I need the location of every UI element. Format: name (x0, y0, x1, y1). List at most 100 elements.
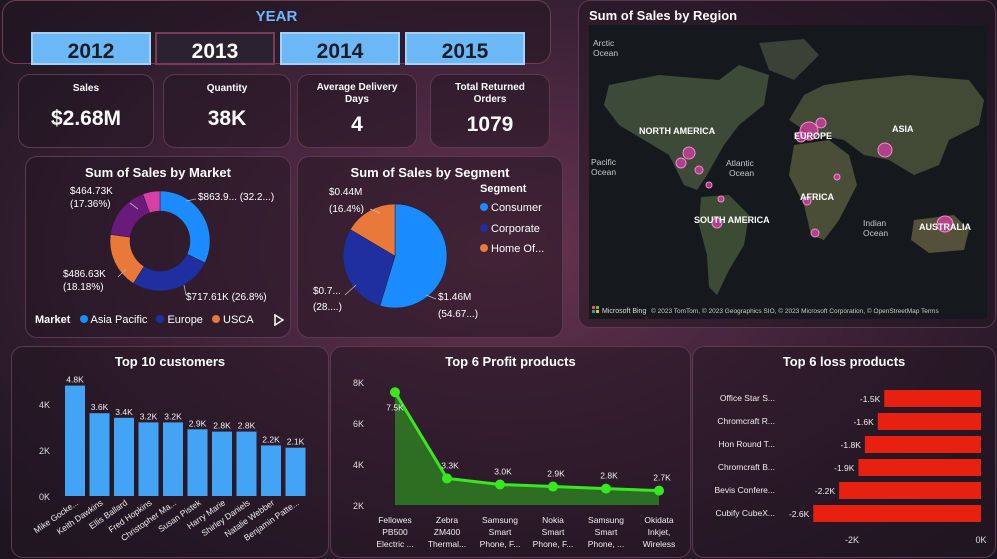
map-label-australia: AUSTRALIA (919, 222, 971, 232)
market-label-bottom-right: $717.61K (26.8%) (186, 292, 267, 303)
profit-data-label: 2.9K (547, 469, 565, 479)
map-bubble[interactable] (682, 146, 696, 160)
year-option-2015[interactable]: 2015 (405, 32, 525, 65)
bing-logo-icon (596, 306, 599, 309)
year-option-2014[interactable]: 2014 (280, 32, 400, 65)
kpi-sales-label: Sales (72, 83, 100, 94)
year-option-2013[interactable]: 2013 (155, 32, 275, 65)
segment-legend-consumer[interactable]: Consumer (474, 202, 542, 214)
map-ocean-atlantic-l1: Atlantic (726, 158, 755, 168)
segment-label-home-value: $0.44M (329, 187, 363, 198)
profit-xtick-line3: Wireless (643, 539, 676, 549)
kpi-quantity-card: Quantity 38K (163, 74, 291, 148)
profit-xtick-line3: Thermal... (428, 539, 466, 549)
map-label-north-america: NORTH AMERICA (639, 126, 716, 136)
loss-bar (858, 459, 981, 476)
market-legend-asia-pacific[interactable]: Asia Pacific (91, 314, 148, 326)
map-bubble[interactable] (810, 228, 820, 238)
market-legend-usca[interactable]: USCA (223, 314, 254, 326)
profit-ytick: 6K (353, 419, 364, 429)
profit-xtick-line1: Samsung (482, 515, 518, 525)
legend-next-arrow-icon[interactable] (274, 314, 284, 326)
profit-xtick-line1: Samsung (588, 515, 624, 525)
market-label-left-low-pct: (18.18%) (63, 282, 104, 293)
loss-ytick: Cubify CubeX... (715, 508, 775, 518)
map-bubble[interactable] (833, 173, 841, 181)
loss-xtick: -2K (845, 535, 859, 545)
customers-ytick: 2K (39, 446, 50, 456)
region-map-card: Sum of Sales by Region NORTH AMERICA EUR… (578, 0, 996, 328)
loss-data-label: -1.6K (853, 417, 874, 427)
segment-legend-home-office[interactable]: Home Of... (474, 243, 544, 255)
map-ocean-pacific-l2: Ocean (591, 167, 616, 177)
legend-dot-icon (480, 224, 488, 232)
customer-bar (212, 431, 232, 496)
market-legend-europe[interactable]: Europe (167, 314, 202, 326)
kpi-sales-value: $2.68M (50, 107, 122, 130)
customer-bar (65, 385, 85, 496)
profit-xtick-line1: Fellowes (378, 515, 412, 525)
map-bubble[interactable] (815, 117, 827, 129)
profit-xtick-line3: Phone, F... (480, 539, 521, 549)
profit-area-chart: 2K 4K 6K 8K 7.5K Fellowes PB500 Electric ... 3.3… (353, 378, 676, 549)
profit-data-label: 7.5K (386, 402, 404, 412)
profit-xtick-line1: Okidata (644, 515, 674, 525)
map-bubble[interactable] (694, 165, 704, 175)
profit-xtick-line2: ZM400 (434, 527, 461, 537)
year-option-2012[interactable]: 2012 (31, 32, 151, 65)
loss-ytick: Chromcraft R... (717, 416, 775, 426)
customer-data-label: 2.8K (213, 421, 231, 431)
map-attribution[interactable]: © 2023 TomTom, © 2023 Geographics SIO, ©… (651, 307, 939, 315)
kpi-delivery-label: Average Delivery Days (316, 82, 398, 105)
profit-data-label: 3.3K (441, 460, 459, 470)
customer-data-label: 2.9K (189, 418, 207, 428)
world-map[interactable]: NORTH AMERICA EUROPE ASIA AFRICA SOUTH A… (589, 25, 987, 319)
market-donut-chart (109, 190, 211, 296)
year-slicer-title: YEAR (255, 8, 298, 25)
loss-data-label: -1.9K (834, 463, 855, 473)
loss-data-label: -1.8K (841, 440, 862, 450)
market-label-left-high-value: $464.73K (70, 186, 113, 197)
map-bubble[interactable] (705, 181, 713, 189)
profit-xtick-line1: Zebra (436, 515, 458, 525)
loss-data-label: -2.6K (789, 509, 810, 519)
loss-bar (877, 413, 981, 430)
market-chart-card: Sum of Sales by Market $464.73K (17.36%)… (25, 156, 291, 338)
segment-label-home-pct: (16.4%) (329, 204, 365, 215)
kpi-returned-value: 1079 (466, 113, 514, 136)
profit-point (654, 485, 664, 496)
customer-data-label: 2.2K (262, 434, 280, 444)
profit-data-label: 3.0K (494, 467, 512, 477)
year-slicer: YEAR 2012 2013 2014 2015 (2, 0, 551, 65)
map-ocean-arctic-l1: Arctic (593, 38, 615, 48)
segment-legend-home-office-label: Home Of... (491, 243, 545, 255)
segment-legend-consumer-label: Consumer (491, 202, 542, 214)
customer-bar (138, 422, 159, 496)
loss-xtick: 0K (975, 535, 986, 545)
profit-ytick: 4K (353, 460, 364, 470)
leader-line (344, 284, 357, 296)
loss-ytick: Hon Round T... (718, 439, 775, 449)
map-label-europe: EUROPE (794, 131, 832, 141)
map-ocean-indian-l1: Indian (863, 218, 886, 228)
legend-dot-icon (79, 315, 88, 323)
market-label-left-low-value: $486.63K (63, 269, 106, 280)
loss-bar (864, 436, 981, 453)
legend-dot-icon (480, 203, 488, 211)
bing-logo-icon (592, 310, 595, 313)
customer-bar (163, 422, 183, 496)
segment-label-corporate-pct: (28....) (313, 302, 342, 313)
customers-chart-card: Top 10 customers 0K 2K 4K 4.8K Mike Gocke...… (11, 346, 329, 558)
map-bubble[interactable] (877, 142, 893, 158)
leader-line (425, 294, 437, 300)
map-ocean-pacific-l1: Pacific (591, 157, 617, 167)
loss-chart-card: Top 6 loss products Office Star S... -1.5… (692, 346, 996, 558)
map-bubble[interactable] (717, 195, 725, 203)
customer-bar (89, 413, 110, 496)
customer-bar (187, 429, 208, 496)
customer-bar (285, 447, 306, 496)
segment-legend-corporate[interactable]: Corporate (474, 223, 540, 235)
map-ocean-atlantic-l2: Ocean (729, 168, 754, 178)
map-bubble[interactable] (675, 157, 687, 169)
map-label-south-america: SOUTH AMERICA (694, 215, 770, 225)
